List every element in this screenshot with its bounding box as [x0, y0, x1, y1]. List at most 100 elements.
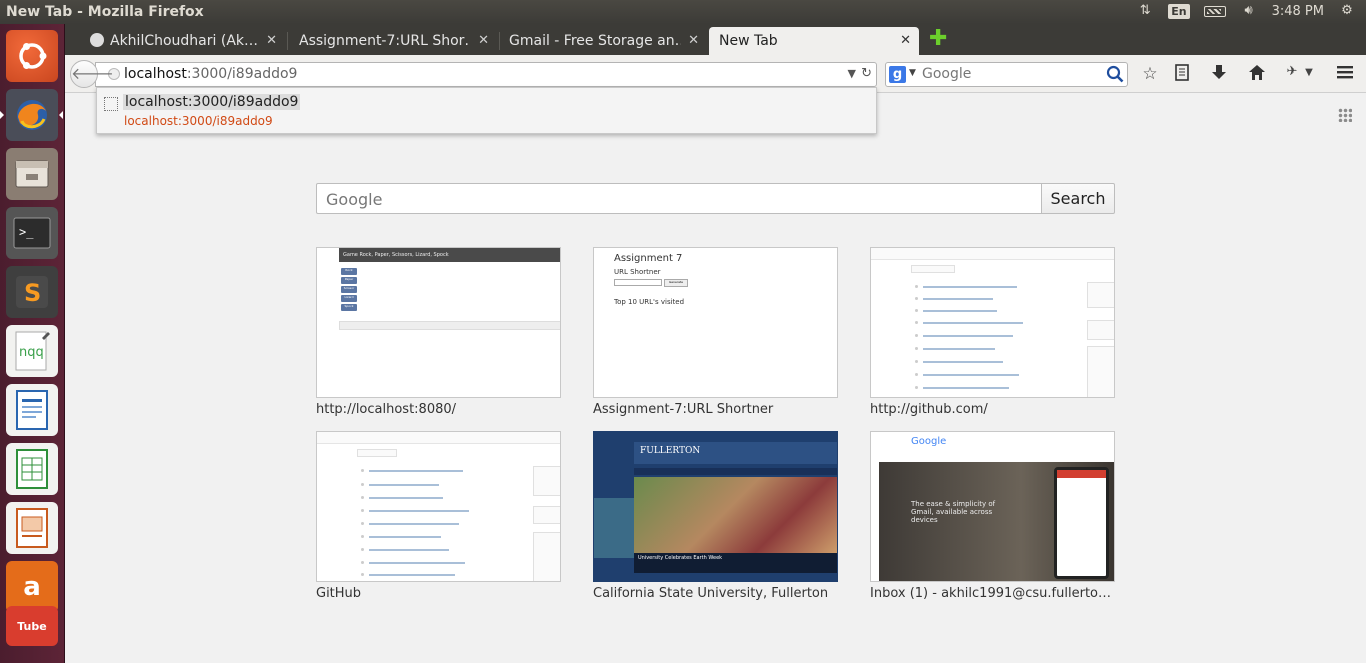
tile-localhost-8080[interactable]: Game Rock, Paper, Scissors, Lizard, Spoc…	[316, 247, 561, 417]
thumb-panel	[1087, 320, 1114, 340]
firefox-icon[interactable]	[6, 89, 58, 141]
thumb-dot	[915, 373, 918, 376]
tile-caption: http://github.com/	[870, 402, 988, 417]
thumb-dot	[361, 535, 364, 538]
close-tab-icon[interactable]: ✕	[688, 33, 699, 48]
thumb-dot	[361, 469, 364, 472]
volume-icon[interactable]: 🔊︎	[1240, 3, 1258, 19]
new-tab-page: Google Search Game Rock, Paper, Scissors…	[65, 94, 1366, 663]
thumb-line	[923, 286, 1017, 288]
terminal-icon[interactable]: >_	[6, 207, 58, 259]
ubuntu-dash-icon[interactable]	[6, 30, 58, 82]
grid-settings-icon[interactable]	[1338, 108, 1352, 122]
engine-dropdown-icon[interactable]: ▼	[909, 68, 916, 78]
tab-github[interactable]: AkhilChoudhari (Ak… ✕	[80, 27, 285, 55]
thumb-line	[369, 562, 465, 564]
thumb-dot	[915, 285, 918, 288]
launcher: >_ S nqq a Tube	[0, 24, 65, 663]
close-tab-icon[interactable]: ✕	[478, 33, 489, 48]
thumb-line	[369, 549, 449, 551]
clock[interactable]: 3:48 PM	[1272, 4, 1324, 19]
tab-bar: AkhilChoudhari (Ak… ✕ Assignment-7:URL S…	[65, 24, 1366, 55]
tile-csu-fullerton[interactable]: FULLERTON University Celebrates Earth We…	[593, 431, 838, 601]
close-tab-icon[interactable]: ✕	[900, 33, 911, 48]
tile-caption: California State University, Fullerton	[593, 586, 829, 601]
youtube-icon[interactable]: Tube	[6, 606, 58, 646]
tab-assignment-7[interactable]: Assignment-7:URL Shor… ✕	[289, 27, 497, 55]
tile-assignment-7[interactable]: Assignment 7 URL Shortner Generate Top 1…	[593, 247, 838, 417]
thumb-dot	[915, 347, 918, 350]
url-text[interactable]: localhost:3000/i89addo9	[124, 66, 297, 82]
network-icon[interactable]: ⇅	[1136, 3, 1154, 19]
thumb-line	[923, 361, 1003, 363]
tab-new-tab[interactable]: New Tab ✕	[709, 27, 919, 55]
thumb-line	[369, 523, 459, 525]
indicator-area: ⇅ En 🔊︎ 3:48 PM ⚙	[1136, 3, 1356, 19]
libreoffice-calc-icon[interactable]	[6, 443, 58, 495]
thumb-dot	[915, 386, 918, 389]
thumb-header	[871, 248, 1114, 260]
thumb-logo: Google	[911, 436, 947, 447]
libreoffice-impress-icon[interactable]	[6, 502, 58, 554]
battery-icon[interactable]	[1203, 5, 1226, 17]
autocomplete-url: localhost:3000/i89addo9	[124, 114, 273, 128]
tile-github[interactable]: GitHub	[316, 431, 561, 601]
top-panel: New Tab - Mozilla Firefox ⇅ En 🔊︎ 3:48 P…	[0, 0, 1366, 24]
thumb-line	[923, 322, 1023, 324]
downloads-icon[interactable]	[1208, 64, 1230, 86]
thumb-dot	[361, 573, 364, 576]
thumb-button: Rock	[341, 268, 357, 275]
tile-caption: GitHub	[316, 586, 362, 601]
url-history-dropdown-icon[interactable]: ▼	[848, 67, 856, 80]
back-arrow-icon: 🡐	[71, 64, 114, 83]
nqq-editor-icon[interactable]: nqq	[6, 325, 58, 377]
gear-icon[interactable]: ⚙	[1338, 3, 1356, 19]
svg-text:nqq: nqq	[19, 345, 44, 360]
libreoffice-writer-icon[interactable]	[6, 384, 58, 436]
addon-dropdown-icon[interactable]: ▼	[1298, 67, 1320, 78]
tile-thumbnail: Assignment 7 URL Shortner Generate Top 1…	[593, 247, 838, 398]
thumb-panel	[911, 265, 955, 273]
autocomplete-title: localhost:3000/i89addo9	[123, 94, 301, 110]
thumb-button: Scissor	[341, 286, 357, 293]
thumb-phone-image	[1054, 467, 1109, 579]
google-engine-icon[interactable]: g	[889, 66, 906, 83]
thumb-panel	[1087, 282, 1114, 308]
tile-thumbnail	[316, 431, 561, 582]
back-button[interactable]: 🡐	[70, 60, 114, 88]
newtab-search-button[interactable]: Search	[1041, 183, 1115, 214]
search-icon[interactable]	[1106, 65, 1124, 83]
thumb-dot	[915, 360, 918, 363]
tile-gmail-inbox[interactable]: Google The ease & simplicity of Gmail, a…	[870, 431, 1115, 601]
tile-caption: http://localhost:8080/	[316, 402, 457, 417]
keyboard-layout-indicator[interactable]: En	[1168, 3, 1190, 19]
tile-github-com[interactable]: http://github.com/	[870, 247, 1115, 417]
tab-gmail[interactable]: Gmail - Free Storage an… ✕	[499, 27, 707, 55]
search-bar[interactable]: g ▼ Google	[885, 62, 1128, 87]
thumb-dot	[361, 509, 364, 512]
url-bar[interactable]: localhost:3000/i89addo9 ▼ ↻	[95, 62, 877, 87]
close-tab-icon[interactable]: ✕	[266, 33, 277, 48]
new-tab-plus-icon[interactable]: ✚	[929, 28, 947, 50]
sublime-text-icon[interactable]: S	[6, 266, 58, 318]
files-icon[interactable]	[6, 148, 58, 200]
reload-icon[interactable]: ↻	[861, 66, 872, 81]
bookmark-star-icon[interactable]: ☆	[1139, 64, 1161, 84]
thumb-dot	[915, 297, 918, 300]
thumb-line	[369, 497, 443, 499]
thumb-panel	[357, 449, 397, 457]
search-bar-placeholder: Google	[922, 66, 972, 82]
firefox-window: AkhilChoudhari (Ak… ✕ Assignment-7:URL S…	[65, 24, 1366, 663]
thumb-line	[923, 335, 1013, 337]
thumb-caption: University Celebrates Earth Week	[634, 553, 837, 573]
newtab-search-placeholder: Google	[326, 190, 383, 209]
thumb-title: FULLERTON	[634, 442, 837, 464]
home-icon[interactable]	[1246, 64, 1268, 86]
hamburger-menu-icon[interactable]	[1334, 64, 1356, 85]
bookmarks-menu-icon[interactable]	[1171, 64, 1193, 86]
thumb-dot	[915, 309, 918, 312]
newtab-search-input[interactable]: Google	[316, 183, 1042, 214]
github-favicon-icon	[90, 33, 104, 47]
url-autocomplete-popup: localhost:3000/i89addo9 localhost:3000/i…	[96, 87, 877, 134]
window-title: New Tab - Mozilla Firefox	[6, 4, 204, 20]
